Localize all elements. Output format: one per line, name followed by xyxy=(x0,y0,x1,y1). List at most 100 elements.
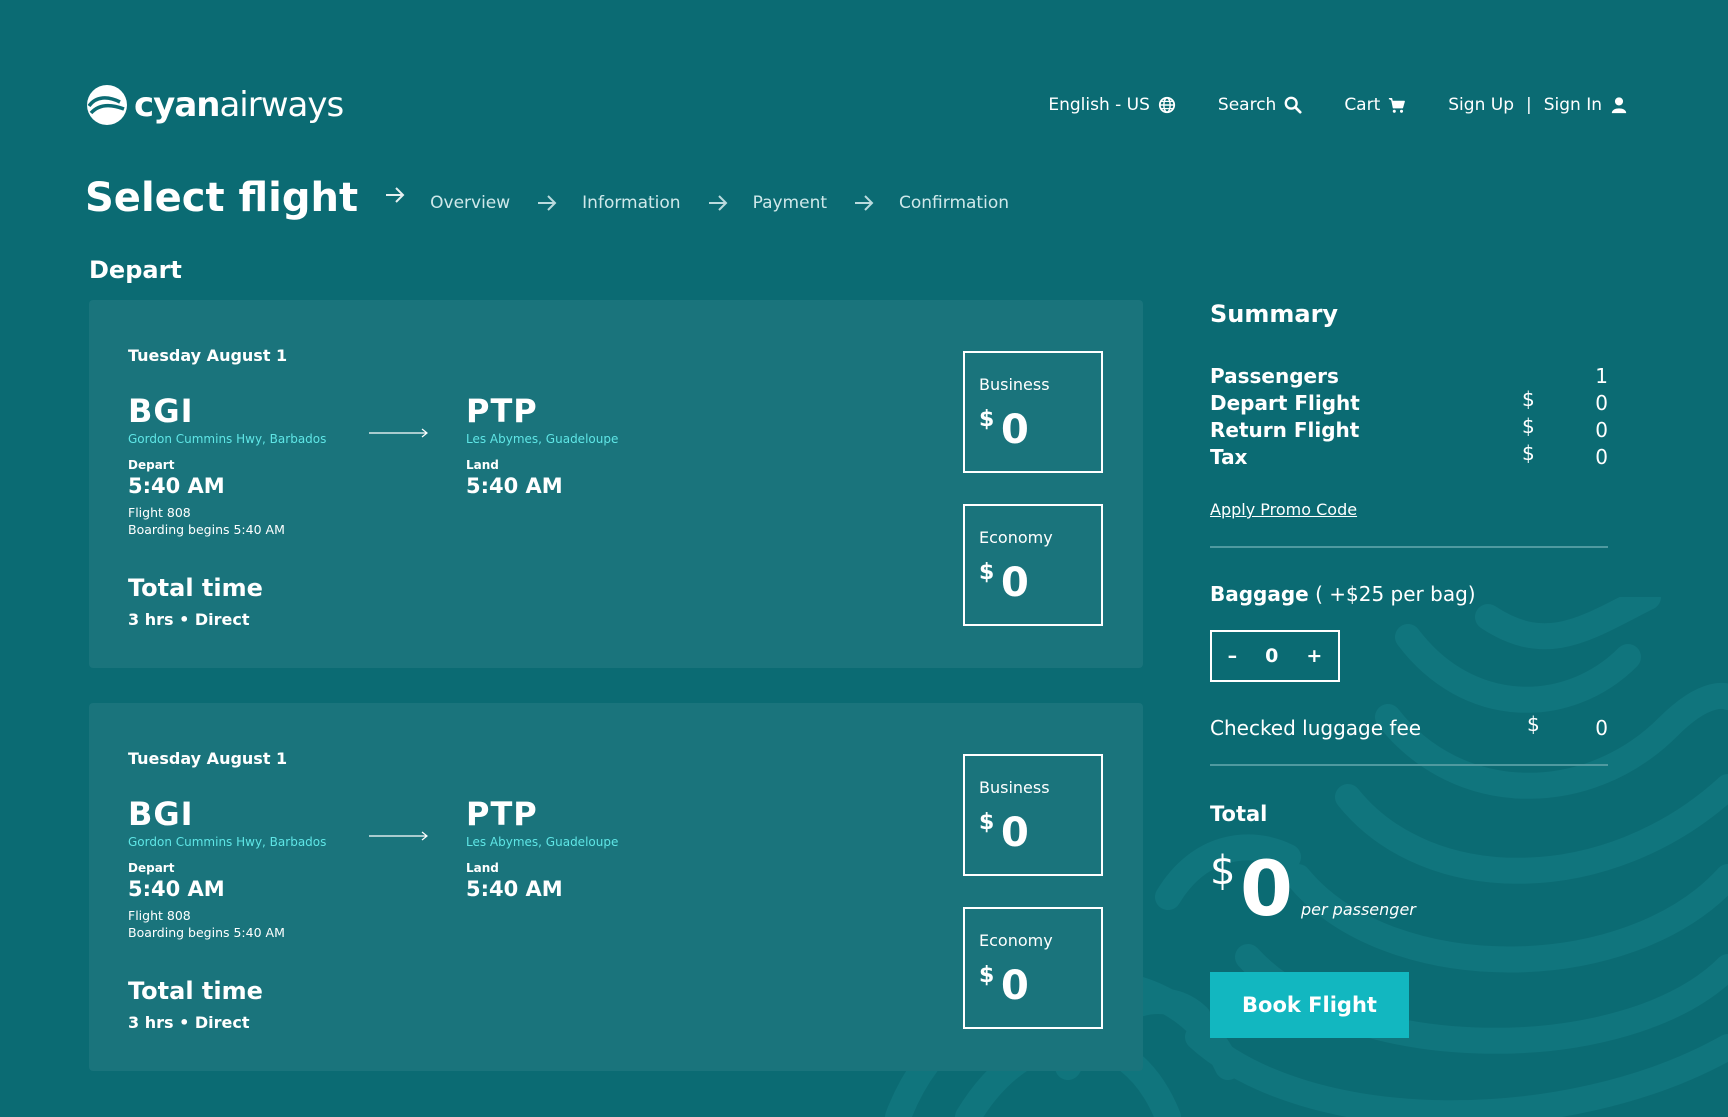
summary-row-label: Depart Flight xyxy=(1210,391,1360,415)
flight-info: Flight 808 Boarding begins 5:40 AM xyxy=(128,504,326,538)
flight-card: Tuesday August 1 BGI Gordon Cummins Hwy,… xyxy=(89,300,1143,668)
flight-number: Flight 808 xyxy=(128,505,191,520)
divider xyxy=(1210,764,1608,766)
fare-currency: $ xyxy=(979,560,995,585)
per-passenger-label: per passenger xyxy=(1301,900,1416,919)
land-label: Land xyxy=(466,861,499,875)
user-icon[interactable] xyxy=(1610,96,1628,114)
summary-row-passengers: Passengers 1 xyxy=(1210,364,1608,391)
baggage-label: Baggage xyxy=(1210,582,1309,606)
wave-logo-icon xyxy=(87,85,127,125)
summary-row-value: 1 xyxy=(1595,364,1608,388)
search-link[interactable]: Search xyxy=(1218,95,1302,115)
step-payment[interactable]: Payment xyxy=(753,183,827,213)
arrow-right-icon xyxy=(708,195,727,211)
step-overview[interactable]: Overview xyxy=(430,183,510,213)
total-price: $ 0 per passenger xyxy=(1210,844,1608,938)
origin-block: BGI Gordon Cummins Hwy, Barbados Depart … xyxy=(128,795,326,941)
signin-link[interactable]: Sign In xyxy=(1544,95,1602,115)
step-confirmation[interactable]: Confirmation xyxy=(899,183,1009,213)
depart-label: Depart xyxy=(128,458,175,472)
dest-location: Les Abymes, Guadeloupe xyxy=(466,835,619,849)
origin-block: BGI Gordon Cummins Hwy, Barbados Depart … xyxy=(128,392,326,538)
arrow-right-icon xyxy=(538,195,557,211)
land-time: 5:40 AM xyxy=(466,474,563,498)
dest-code: PTP xyxy=(466,392,538,430)
fare-currency: $ xyxy=(979,407,995,432)
language-label: English - US xyxy=(1048,95,1150,115)
summary-row-value: 0 xyxy=(1595,418,1608,442)
page-title: Select flight xyxy=(85,175,359,221)
bag-count: 0 xyxy=(1265,645,1279,667)
fare-price: 0 xyxy=(1001,963,1029,1009)
origin-code: BGI xyxy=(128,795,194,833)
destination-block: PTP Les Abymes, Guadeloupe Land 5:40 AM xyxy=(466,392,618,498)
fare-label: Business xyxy=(979,375,1050,394)
fare-currency: $ xyxy=(979,963,995,988)
fare-option-business[interactable]: Business $ 0 xyxy=(963,754,1103,876)
summary-row-currency: $ xyxy=(1522,441,1535,465)
fare-option-economy[interactable]: Economy $ 0 xyxy=(963,907,1103,1029)
summary-row-return-flight: Return Flight $ 0 xyxy=(1210,414,1608,445)
boarding-time: Boarding begins 5:40 AM xyxy=(128,522,285,537)
destination-block: PTP Les Abymes, Guadeloupe Land 5:40 AM xyxy=(466,795,618,901)
section-title-depart: Depart xyxy=(89,256,182,284)
summary-row-label: Return Flight xyxy=(1210,418,1360,442)
apply-promo-link[interactable]: Apply Promo Code xyxy=(1210,500,1357,519)
decrement-button[interactable]: – xyxy=(1228,645,1238,667)
top-header: cyanairways English - US Search Cart Sig… xyxy=(86,80,1628,130)
step-arrow xyxy=(707,184,753,212)
depart-label: Depart xyxy=(128,861,175,875)
total-value: 0 xyxy=(1240,844,1293,933)
total-label: Total xyxy=(1210,802,1268,826)
brand-name-bold: cyan xyxy=(134,85,220,125)
step-information[interactable]: Information xyxy=(582,183,680,213)
origin-location: Gordon Cummins Hwy, Barbados xyxy=(128,835,327,849)
fare-price: 0 xyxy=(1001,810,1029,856)
origin-location: Gordon Cummins Hwy, Barbados xyxy=(128,432,327,446)
flight-number: Flight 808 xyxy=(128,908,191,923)
flight-date: Tuesday August 1 xyxy=(128,749,288,768)
land-time: 5:40 AM xyxy=(466,877,563,901)
flight-card: Tuesday August 1 BGI Gordon Cummins Hwy,… xyxy=(89,703,1143,1071)
language-selector[interactable]: English - US xyxy=(1048,95,1176,115)
depart-time: 5:40 AM xyxy=(128,474,225,498)
arrow-right-icon xyxy=(386,187,405,203)
summary-row-depart-flight: Depart Flight $ 0 xyxy=(1210,387,1608,418)
fare-option-economy[interactable]: Economy $ 0 xyxy=(963,504,1103,626)
fare-option-business[interactable]: Business $ 0 xyxy=(963,351,1103,473)
brand-logo[interactable]: cyanairways xyxy=(86,84,344,126)
luggage-fee-value: 0 xyxy=(1595,716,1608,740)
duration: 3 hrs • Direct xyxy=(128,1013,250,1032)
divider xyxy=(1210,546,1608,548)
summary-panel: Summary Passengers 1 Depart Flight $ 0 R… xyxy=(1210,300,1608,1038)
brand-name-light: airways xyxy=(219,85,344,125)
land-label: Land xyxy=(466,458,499,472)
summary-title: Summary xyxy=(1210,300,1339,328)
route-arrow-icon xyxy=(369,831,428,841)
fare-currency: $ xyxy=(979,810,995,835)
luggage-fee-label: Checked luggage fee xyxy=(1210,716,1422,740)
baggage-title: Baggage ( +$25 per bag) xyxy=(1210,582,1608,606)
origin-code: BGI xyxy=(128,392,194,430)
total-currency: $ xyxy=(1210,848,1236,894)
search-icon xyxy=(1284,96,1302,114)
summary-row-label: Passengers xyxy=(1210,364,1339,388)
fare-price: 0 xyxy=(1001,407,1029,453)
fare-label: Business xyxy=(979,778,1050,797)
summary-row-value: 0 xyxy=(1595,391,1608,415)
search-label: Search xyxy=(1217,95,1277,115)
baggage-quantity-stepper[interactable]: – 0 + xyxy=(1210,630,1340,682)
depart-time: 5:40 AM xyxy=(128,877,225,901)
account-links: Sign Up | Sign In xyxy=(1448,95,1628,115)
book-flight-button[interactable]: Book Flight xyxy=(1210,972,1409,1038)
cart-link[interactable]: Cart xyxy=(1344,95,1406,115)
summary-row-value: 0 xyxy=(1595,445,1608,469)
step-arrow xyxy=(536,184,582,212)
luggage-fee-currency: $ xyxy=(1527,712,1540,736)
signup-link[interactable]: Sign Up xyxy=(1448,95,1514,115)
summary-rows: Passengers 1 Depart Flight $ 0 Return Fl… xyxy=(1210,364,1608,472)
globe-icon xyxy=(1158,96,1176,114)
increment-button[interactable]: + xyxy=(1306,645,1322,667)
nav-separator: | xyxy=(1525,95,1532,115)
